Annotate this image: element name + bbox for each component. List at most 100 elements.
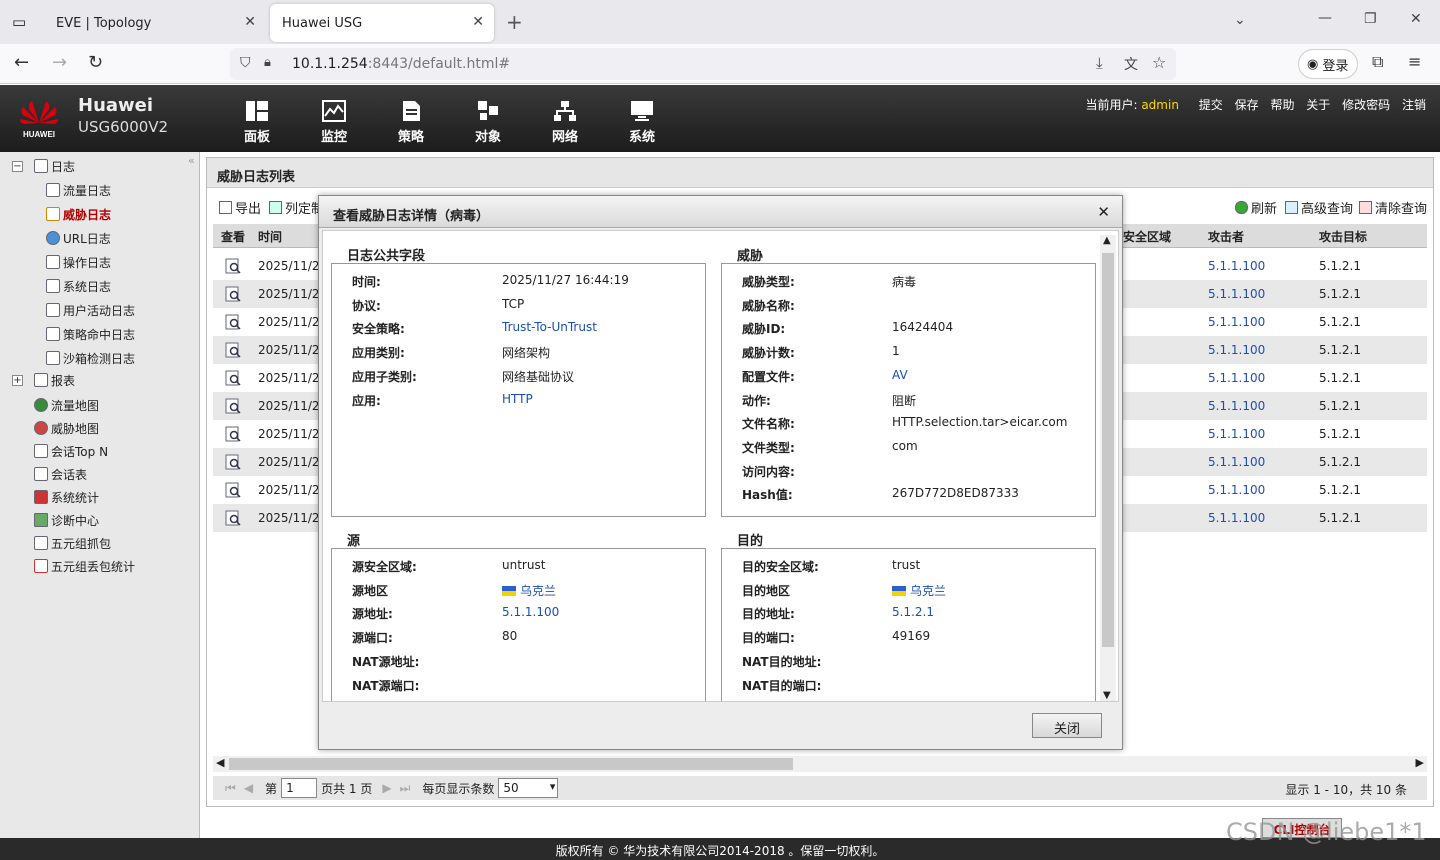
save-link[interactable]: 保存 <box>1235 98 1259 112</box>
field-value[interactable]: HTTP <box>502 392 533 406</box>
menu-network[interactable]: 网络 <box>540 100 590 145</box>
scroll-down-icon[interactable]: ▼ <box>1103 690 1111 701</box>
menu-dashboard[interactable]: 面板 <box>232 100 282 145</box>
cell-attacker[interactable]: 5.1.1.100 <box>1208 315 1265 329</box>
clear-query-button[interactable]: 清除查询 <box>1359 198 1427 217</box>
col-time[interactable]: 时间 <box>258 228 282 245</box>
change-password-link[interactable]: 修改密码 <box>1342 98 1390 112</box>
tree-traffic-log[interactable]: 流量日志 <box>46 180 111 200</box>
view-detail-icon[interactable] <box>225 482 241 498</box>
login-button[interactable]: ◉ 登录 <box>1298 49 1358 79</box>
extensions-icon[interactable]: ⧉ <box>1372 52 1383 72</box>
cell-attacker[interactable]: 5.1.1.100 <box>1208 343 1265 357</box>
address-bar[interactable]: ⛉ 🔒︎ 10.1.1.254:8443/default.html# ⤓ 文 ☆ <box>230 48 1176 80</box>
tree-packet-drop[interactable]: 五元组丢包统计 <box>34 556 135 576</box>
col-zone[interactable]: 安全区域 <box>1123 228 1171 245</box>
browser-tab-eve[interactable]: EVE | Topology ✕ <box>44 4 266 42</box>
page-input[interactable]: 1 <box>281 778 318 798</box>
field-value[interactable]: Trust-To-UnTrust <box>502 320 597 334</box>
tree-session-topn[interactable]: 会话Top N <box>34 441 108 461</box>
collapse-toggle-icon[interactable]: − <box>12 161 23 172</box>
cell-attacker[interactable]: 5.1.1.100 <box>1208 427 1265 441</box>
chevron-down-icon[interactable]: ⌄ <box>1234 12 1246 28</box>
logout-link[interactable]: 注销 <box>1402 98 1426 112</box>
tree-policy-hit-log[interactable]: 策略命中日志 <box>46 324 135 344</box>
export-button[interactable]: 导出 <box>219 198 261 217</box>
cell-attacker[interactable]: 5.1.1.100 <box>1208 259 1265 273</box>
expand-toggle-icon[interactable]: + <box>12 375 23 386</box>
scroll-left-icon[interactable]: ◀ <box>216 756 224 769</box>
view-detail-icon[interactable] <box>225 426 241 442</box>
tree-log[interactable]: 日志 <box>34 156 75 176</box>
about-link[interactable]: 关于 <box>1306 98 1330 112</box>
tree-report[interactable]: 报表 <box>34 370 75 390</box>
field-value[interactable]: 乌克兰 <box>892 582 946 599</box>
tree-diagnosis[interactable]: 诊断中心 <box>34 510 99 530</box>
tree-system-stats[interactable]: 系统统计 <box>34 487 99 507</box>
close-icon[interactable]: ✕ <box>1097 203 1110 221</box>
menu-icon[interactable]: ≡ <box>1408 52 1421 71</box>
first-page-icon[interactable]: ⏮ <box>225 781 236 796</box>
forward-arrow-icon[interactable]: → <box>52 52 67 73</box>
view-detail-icon[interactable] <box>225 510 241 526</box>
menu-monitor[interactable]: 监控 <box>309 100 359 145</box>
cell-attacker[interactable]: 5.1.1.100 <box>1208 511 1265 525</box>
window-close-icon[interactable]: ✕ <box>1410 11 1422 27</box>
col-view[interactable]: 查看 <box>221 228 245 245</box>
maximize-icon[interactable]: ❐ <box>1364 11 1377 27</box>
last-page-icon[interactable]: ⏭ <box>400 781 411 796</box>
close-icon[interactable]: ✕ <box>472 14 484 30</box>
advanced-query-button[interactable]: 高级查询 <box>1285 198 1353 217</box>
submit-link[interactable]: 提交 <box>1199 98 1223 112</box>
horizontal-scrollbar[interactable]: ◀ ▶ <box>213 756 1427 772</box>
cell-attacker[interactable]: 5.1.1.100 <box>1208 399 1265 413</box>
tree-system-log[interactable]: 系统日志 <box>46 276 111 296</box>
tree-threat-map[interactable]: 威胁地图 <box>34 418 99 438</box>
new-tab-icon[interactable]: + <box>506 10 523 34</box>
scroll-up-icon[interactable]: ▲ <box>1103 235 1111 246</box>
lock-icon[interactable]: 🔒︎ <box>264 55 271 70</box>
scroll-right-icon[interactable]: ▶ <box>1416 756 1424 769</box>
translate-icon[interactable]: 文 <box>1124 54 1138 74</box>
menu-object[interactable]: 对象 <box>463 100 513 145</box>
tree-session-table[interactable]: 会话表 <box>34 464 87 484</box>
tab-list-icon[interactable]: ▭ <box>12 13 26 31</box>
field-value[interactable]: 乌克兰 <box>502 582 556 599</box>
browser-tab-huawei[interactable]: Huawei USG ✕ <box>270 4 494 42</box>
field-value[interactable]: 5.1.2.1 <box>892 605 934 619</box>
view-detail-icon[interactable] <box>225 370 241 386</box>
cell-attacker[interactable]: 5.1.1.100 <box>1208 371 1265 385</box>
refresh-button[interactable]: 刷新 <box>1235 198 1277 217</box>
vertical-scrollbar[interactable]: ▲ ▼ <box>1100 235 1116 701</box>
view-detail-icon[interactable] <box>225 342 241 358</box>
view-detail-icon[interactable] <box>225 286 241 302</box>
cell-attacker[interactable]: 5.1.1.100 <box>1208 455 1265 469</box>
tree-user-activity-log[interactable]: 用户活动日志 <box>46 300 135 320</box>
view-detail-icon[interactable] <box>225 398 241 414</box>
save-page-icon[interactable]: ⤓ <box>1096 54 1103 72</box>
tree-traffic-map[interactable]: 流量地图 <box>34 395 99 415</box>
help-link[interactable]: 帮助 <box>1270 98 1294 112</box>
tree-sandbox-log[interactable]: 沙箱检测日志 <box>46 348 135 368</box>
back-arrow-icon[interactable]: ← <box>14 52 29 73</box>
col-target[interactable]: 攻击目标 <box>1319 228 1367 245</box>
per-page-select[interactable]: 50 <box>498 778 559 798</box>
next-page-icon[interactable]: ▶ <box>382 781 391 795</box>
field-value[interactable]: 5.1.1.100 <box>502 605 559 619</box>
dialog-close-button[interactable]: 关闭 <box>1032 713 1102 738</box>
prev-page-icon[interactable]: ◀ <box>244 781 253 795</box>
menu-policy[interactable]: 策略 <box>386 100 436 145</box>
cell-attacker[interactable]: 5.1.1.100 <box>1208 287 1265 301</box>
tree-packet-capture[interactable]: 五元组抓包 <box>34 533 111 553</box>
star-icon[interactable]: ☆ <box>1152 53 1166 72</box>
menu-system[interactable]: 系统 <box>617 100 667 145</box>
column-custom-button[interactable]: 列定制 <box>269 198 324 217</box>
tree-operation-log[interactable]: 操作日志 <box>46 252 111 272</box>
minimize-icon[interactable]: — <box>1318 10 1332 26</box>
tree-url-log[interactable]: URL日志 <box>46 228 111 248</box>
view-detail-icon[interactable] <box>225 314 241 330</box>
col-attacker[interactable]: 攻击者 <box>1208 228 1244 245</box>
shield-icon[interactable]: ⛉ <box>240 55 251 71</box>
collapse-icon[interactable]: « <box>188 154 195 167</box>
scroll-thumb[interactable] <box>229 758 793 770</box>
